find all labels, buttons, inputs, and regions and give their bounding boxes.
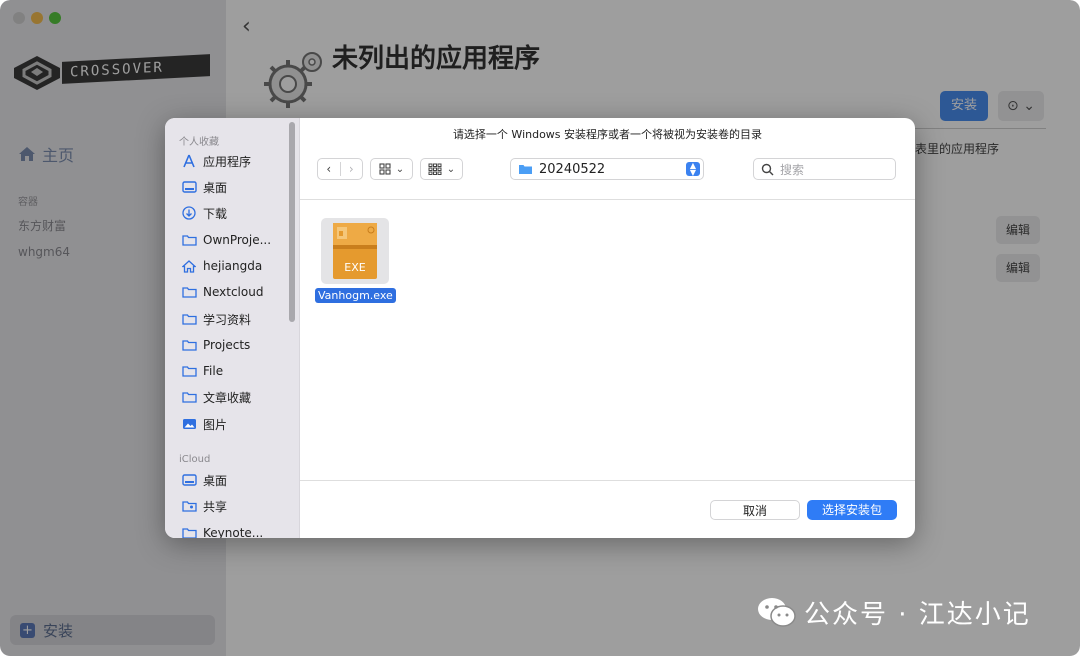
- folder-icon: [181, 526, 197, 538]
- sidebar-item-label: Keynote...: [203, 526, 264, 538]
- sidebar-item-home[interactable]: hejiangda: [181, 256, 262, 276]
- cancel-button[interactable]: 取消: [710, 500, 800, 520]
- sidebar-item-label: File: [203, 364, 224, 378]
- download-icon: [181, 206, 197, 220]
- folder-icon: [181, 338, 197, 352]
- dialog-sidebar: 个人收藏 应用程序 桌面 下载 OwnProje... hejiangda Ne…: [165, 118, 300, 538]
- sidebar-item-applications[interactable]: 应用程序: [181, 151, 251, 171]
- photos-icon: [181, 417, 197, 431]
- exe-badge-text: EXE: [344, 261, 365, 274]
- sidebar-item-ownprojects[interactable]: OwnProje...: [181, 230, 271, 250]
- sidebar-item-study[interactable]: 学习资料: [181, 309, 251, 329]
- sidebar-item-label: Nextcloud: [203, 285, 264, 299]
- sidebar-item-label: 下载: [203, 206, 228, 221]
- sidebar-item-label: 应用程序: [203, 154, 252, 169]
- favorites-section-label: 个人收藏: [179, 137, 219, 148]
- sidebar-item-shared[interactable]: 共享: [181, 496, 227, 516]
- sidebar-item-file[interactable]: File: [181, 361, 223, 381]
- current-folder-label: 20240522: [539, 161, 606, 177]
- folder-icon: [181, 364, 197, 378]
- sidebar-item-keynote[interactable]: Keynote...: [181, 523, 263, 538]
- navigation-buttons: ‹ ›: [317, 158, 363, 180]
- toolbar-divider: [300, 199, 915, 200]
- sidebar-item-label: 文章收藏: [203, 390, 252, 405]
- chevron-down-icon: ⌄: [446, 163, 456, 175]
- folder-icon: [181, 233, 197, 247]
- icloud-section-label: iCloud: [179, 454, 211, 465]
- sidebar-item-label: 桌面: [203, 180, 228, 195]
- sidebar-item-icloud-desktop[interactable]: 桌面: [181, 470, 227, 490]
- sidebar-item-label: hejiangda: [203, 259, 263, 273]
- select-installer-button[interactable]: 选择安装包: [807, 500, 897, 520]
- sidebar-item-label: 桌面: [203, 473, 228, 488]
- sidebar-item-projects[interactable]: Projects: [181, 335, 250, 355]
- search-field[interactable]: 搜索: [753, 158, 896, 180]
- group-grid-icon: [428, 163, 442, 175]
- sidebar-item-articles[interactable]: 文章收藏: [181, 387, 251, 407]
- dialog-title: 请选择一个 Windows 安装程序或者一个将被视为安装卷的目录: [452, 128, 763, 141]
- footer-divider: [300, 480, 915, 481]
- path-selector[interactable]: 20240522 ▲ ▼: [510, 158, 704, 180]
- sidebar-scrollbar[interactable]: [289, 122, 295, 322]
- sidebar-item-downloads[interactable]: 下载: [181, 203, 227, 223]
- open-file-dialog: 个人收藏 应用程序 桌面 下载 OwnProje... hejiangda Ne…: [165, 118, 915, 538]
- updown-chevron-icon: ▲ ▼: [686, 162, 700, 177]
- wechat-icon: [758, 598, 796, 627]
- sidebar-item-desktop[interactable]: 桌面: [181, 177, 227, 197]
- folder-icon: [181, 312, 197, 326]
- icon-grid-icon: [379, 163, 391, 175]
- watermark: 公众号 · 江达小记: [756, 592, 1031, 632]
- back-nav-button[interactable]: ‹: [318, 162, 340, 176]
- folder-icon: [181, 285, 197, 299]
- view-mode-button[interactable]: ⌄: [370, 158, 413, 180]
- watermark-text: 公众号 · 江达小记: [804, 599, 1031, 630]
- search-icon: [761, 163, 774, 175]
- sidebar-item-label: 共享: [203, 499, 228, 514]
- shared-folder-icon: [181, 499, 197, 513]
- apps-icon: [181, 154, 197, 168]
- folder-icon: [519, 165, 532, 174]
- sidebar-item-label: 学习资料: [203, 312, 252, 327]
- search-placeholder: 搜索: [780, 162, 805, 177]
- exe-file-icon: EXE: [333, 223, 377, 279]
- desktop-icon: [181, 473, 197, 487]
- desktop-icon: [181, 180, 197, 194]
- sidebar-item-nextcloud[interactable]: Nextcloud: [181, 282, 263, 302]
- home-icon: [181, 259, 197, 273]
- forward-nav-button[interactable]: ›: [341, 162, 363, 176]
- file-item[interactable]: EXE Vanhogm.exe: [315, 218, 396, 306]
- folder-icon: [181, 390, 197, 404]
- crossover-window: CROSSOVER 主页 容器 东方财富 whgm64 + 安装 ‹ 未列出的应…: [0, 0, 1080, 656]
- chevron-down-icon: ⌄: [395, 163, 405, 175]
- sidebar-item-label: OwnProje...: [203, 233, 272, 247]
- sidebar-item-pictures[interactable]: 图片: [181, 414, 227, 434]
- group-by-button[interactable]: ⌄: [420, 158, 463, 180]
- sidebar-item-label: 图片: [203, 417, 228, 432]
- file-name-label: Vanhogm.exe: [315, 288, 396, 303]
- sidebar-item-label: Projects: [203, 338, 251, 352]
